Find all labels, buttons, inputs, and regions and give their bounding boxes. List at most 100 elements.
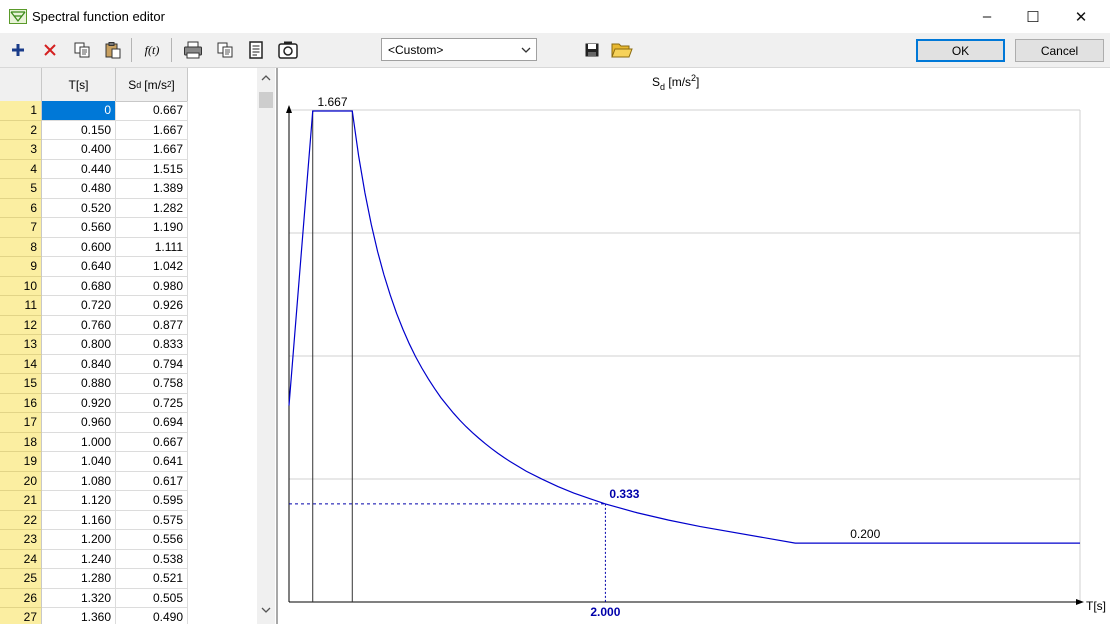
- table-row[interactable]: 2 0.150 1.667: [0, 120, 188, 140]
- cell-period[interactable]: 1.000: [42, 432, 116, 452]
- table-row[interactable]: 7 0.560 1.190: [0, 218, 188, 238]
- ok-button[interactable]: OK: [916, 39, 1005, 62]
- cell-spectral-value[interactable]: 1.111: [116, 237, 188, 257]
- cell-period[interactable]: 1.360: [42, 608, 116, 624]
- row-number[interactable]: 21: [0, 491, 42, 511]
- cell-period[interactable]: 1.080: [42, 471, 116, 491]
- copy-icon[interactable]: [70, 38, 94, 62]
- cell-spectral-value[interactable]: 0.595: [116, 491, 188, 511]
- row-number[interactable]: 19: [0, 452, 42, 472]
- cell-period[interactable]: 1.120: [42, 491, 116, 511]
- row-number[interactable]: 1: [0, 101, 42, 121]
- row-number[interactable]: 25: [0, 569, 42, 589]
- print-icon[interactable]: [181, 38, 205, 62]
- cell-spectral-value[interactable]: 1.042: [116, 257, 188, 277]
- cell-spectral-value[interactable]: 0.505: [116, 588, 188, 608]
- row-number[interactable]: 10: [0, 276, 42, 296]
- cell-period[interactable]: 0.600: [42, 237, 116, 257]
- table-scrollbar[interactable]: [257, 68, 275, 624]
- copy-chart-icon[interactable]: [213, 38, 237, 62]
- cell-period[interactable]: 0.640: [42, 257, 116, 277]
- table-row[interactable]: 6 0.520 1.282: [0, 198, 188, 218]
- cell-period[interactable]: 0.520: [42, 198, 116, 218]
- report-icon[interactable]: [244, 38, 268, 62]
- row-number[interactable]: 4: [0, 159, 42, 179]
- cell-spectral-value[interactable]: 0.667: [116, 432, 188, 452]
- save-icon[interactable]: [580, 38, 604, 62]
- cell-period[interactable]: 1.160: [42, 510, 116, 530]
- cell-spectral-value[interactable]: 0.490: [116, 608, 188, 624]
- cell-spectral-value[interactable]: 0.694: [116, 413, 188, 433]
- cell-period[interactable]: 0.960: [42, 413, 116, 433]
- cell-spectral-value[interactable]: 0.556: [116, 530, 188, 550]
- table-row[interactable]: 1 0 0.667: [0, 101, 188, 121]
- table-row[interactable]: 25 1.280 0.521: [0, 569, 188, 589]
- cell-spectral-value[interactable]: 0.617: [116, 471, 188, 491]
- column-header-period[interactable]: T[s]: [42, 68, 116, 101]
- cell-period[interactable]: 1.240: [42, 549, 116, 569]
- cell-spectral-value[interactable]: 0.980: [116, 276, 188, 296]
- scroll-up-icon[interactable]: [260, 73, 272, 83]
- row-number[interactable]: 26: [0, 588, 42, 608]
- row-number[interactable]: 27: [0, 608, 42, 624]
- row-number[interactable]: 20: [0, 471, 42, 491]
- scroll-down-icon[interactable]: [260, 605, 272, 615]
- cell-spectral-value[interactable]: 1.190: [116, 218, 188, 238]
- paste-icon[interactable]: [101, 38, 125, 62]
- cell-period[interactable]: 0.150: [42, 120, 116, 140]
- function-button[interactable]: f(t): [140, 38, 164, 62]
- row-number[interactable]: 18: [0, 432, 42, 452]
- table-row[interactable]: 24 1.240 0.538: [0, 549, 188, 569]
- cell-spectral-value[interactable]: 0.641: [116, 452, 188, 472]
- cell-spectral-value[interactable]: 0.725: [116, 393, 188, 413]
- row-number[interactable]: 11: [0, 296, 42, 316]
- table-row[interactable]: 12 0.760 0.877: [0, 315, 188, 335]
- cell-period[interactable]: 0.880: [42, 374, 116, 394]
- open-folder-icon[interactable]: [610, 38, 634, 62]
- table-row[interactable]: 16 0.920 0.725: [0, 393, 188, 413]
- cell-period[interactable]: 1.040: [42, 452, 116, 472]
- row-number[interactable]: 6: [0, 198, 42, 218]
- table-row[interactable]: 26 1.320 0.505: [0, 588, 188, 608]
- minimize-button[interactable]: –: [964, 0, 1010, 33]
- table-row[interactable]: 21 1.120 0.595: [0, 491, 188, 511]
- row-number[interactable]: 14: [0, 354, 42, 374]
- cell-period[interactable]: 0.840: [42, 354, 116, 374]
- table-row[interactable]: 11 0.720 0.926: [0, 296, 188, 316]
- row-number[interactable]: 16: [0, 393, 42, 413]
- cell-period[interactable]: 0.680: [42, 276, 116, 296]
- delete-row-icon[interactable]: [38, 38, 62, 62]
- row-number[interactable]: 13: [0, 335, 42, 355]
- row-number[interactable]: 17: [0, 413, 42, 433]
- table-row[interactable]: 19 1.040 0.641: [0, 452, 188, 472]
- row-number[interactable]: 7: [0, 218, 42, 238]
- add-row-icon[interactable]: [6, 38, 30, 62]
- row-number[interactable]: 23: [0, 530, 42, 550]
- table-row[interactable]: 22 1.160 0.575: [0, 510, 188, 530]
- cell-spectral-value[interactable]: 0.667: [116, 101, 188, 121]
- cell-period[interactable]: 0.760: [42, 315, 116, 335]
- table-row[interactable]: 23 1.200 0.556: [0, 530, 188, 550]
- cell-spectral-value[interactable]: 0.926: [116, 296, 188, 316]
- table-row[interactable]: 27 1.360 0.490: [0, 608, 188, 624]
- screenshot-icon[interactable]: [276, 38, 300, 62]
- row-number[interactable]: 8: [0, 237, 42, 257]
- cell-period[interactable]: 0: [42, 101, 116, 121]
- row-number[interactable]: 24: [0, 549, 42, 569]
- cell-spectral-value[interactable]: 1.667: [116, 120, 188, 140]
- cell-spectral-value[interactable]: 0.575: [116, 510, 188, 530]
- table-row[interactable]: 20 1.080 0.617: [0, 471, 188, 491]
- table-row[interactable]: 3 0.400 1.667: [0, 140, 188, 160]
- cell-period[interactable]: 0.440: [42, 159, 116, 179]
- scrollbar-thumb[interactable]: [259, 92, 273, 108]
- cell-spectral-value[interactable]: 0.758: [116, 374, 188, 394]
- cell-spectral-value[interactable]: 0.794: [116, 354, 188, 374]
- cell-period[interactable]: 0.720: [42, 296, 116, 316]
- cell-period[interactable]: 0.560: [42, 218, 116, 238]
- cell-spectral-value[interactable]: 0.877: [116, 315, 188, 335]
- table-row[interactable]: 13 0.800 0.833: [0, 335, 188, 355]
- table-row[interactable]: 9 0.640 1.042: [0, 257, 188, 277]
- cell-spectral-value[interactable]: 1.282: [116, 198, 188, 218]
- table-row[interactable]: 4 0.440 1.515: [0, 159, 188, 179]
- row-number[interactable]: 15: [0, 374, 42, 394]
